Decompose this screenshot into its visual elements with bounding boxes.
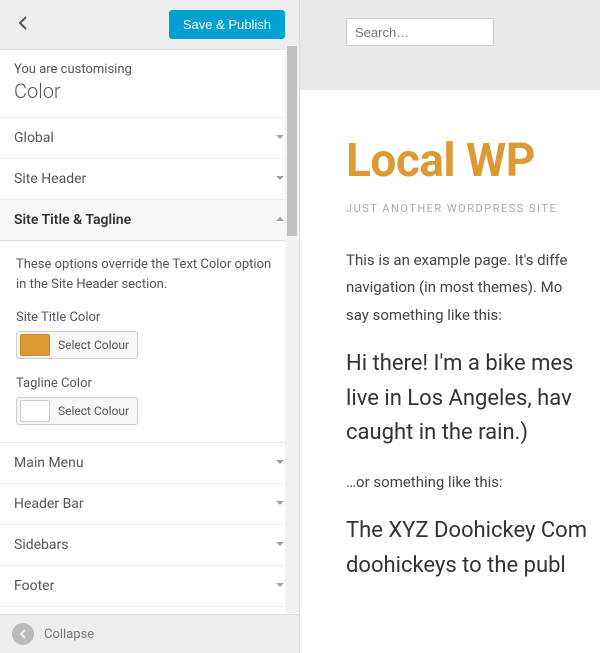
chevron-down-icon	[275, 130, 285, 146]
intro-line1: You are customising	[14, 62, 285, 77]
option-tagline-color: Tagline Color Select Colour	[16, 376, 283, 426]
chevron-down-icon	[275, 578, 285, 594]
section-header-bar[interactable]: Header Bar	[0, 484, 299, 525]
section-label: Header Bar	[14, 496, 84, 512]
preview-text-large: doohickeys to the publ	[346, 551, 600, 582]
sidebar-header: Save & Publish	[0, 0, 299, 50]
preview-text: …or something like this:	[346, 471, 600, 494]
app-root: Save & Publish You are customising Color…	[0, 0, 600, 653]
section-label: Footer	[14, 578, 54, 594]
option-site-title-color: Site Title Color Select Colour	[16, 310, 283, 360]
color-picker-site-title[interactable]: Select Colour	[16, 331, 138, 359]
section-site-title-tagline[interactable]: Site Title & Tagline	[0, 200, 299, 241]
sidebar-scrollbar[interactable]	[285, 46, 299, 613]
chevron-left-icon	[18, 16, 28, 34]
preview-pane: Local WP JUST ANOTHER WORDPRESS SITE Thi…	[300, 0, 600, 653]
back-button[interactable]	[10, 12, 36, 38]
section-footer[interactable]: Footer	[0, 566, 299, 607]
sidebar-scroll[interactable]: You are customising Color Global Site He…	[0, 50, 299, 614]
section-description: These options override the Text Color op…	[16, 255, 283, 294]
preview-text-large: live in Los Angeles, hav	[346, 384, 600, 415]
preview-header	[300, 0, 600, 90]
color-swatch-icon	[20, 334, 50, 356]
chevron-down-icon	[275, 496, 285, 512]
preview-body: Local WP JUST ANOTHER WORDPRESS SITE Thi…	[300, 90, 600, 582]
section-label: Global	[14, 130, 54, 146]
preview-text-large: caught in the rain.)	[346, 418, 600, 449]
section-sidebars[interactable]: Sidebars	[0, 525, 299, 566]
collapse-button[interactable]: Collapse	[0, 614, 299, 653]
preview-text: navigation (in most themes). Mo	[346, 276, 600, 299]
search-input[interactable]	[355, 25, 485, 40]
sidebar-intro: You are customising Color	[0, 50, 299, 118]
section-label: Site Header	[14, 171, 86, 187]
preview-text-large: Hi there! I'm a bike mes	[346, 349, 600, 380]
save-publish-button[interactable]: Save & Publish	[169, 10, 285, 39]
option-label: Site Title Color	[16, 310, 283, 325]
site-tagline: JUST ANOTHER WORDPRESS SITE	[346, 202, 600, 215]
option-label: Tagline Color	[16, 376, 283, 391]
site-title[interactable]: Local WP	[346, 134, 600, 188]
section-site-header[interactable]: Site Header	[0, 159, 299, 200]
collapse-icon	[12, 623, 34, 645]
color-picker-tagline[interactable]: Select Colour	[16, 397, 138, 425]
section-label: Site Title & Tagline	[14, 212, 131, 228]
section-global[interactable]: Global	[0, 118, 299, 159]
scrollbar-thumb[interactable]	[287, 46, 297, 236]
color-swatch-icon	[20, 400, 50, 422]
collapse-label: Collapse	[44, 627, 94, 642]
chevron-up-icon	[275, 212, 285, 228]
intro-line2: Color	[14, 79, 285, 103]
section-main-menu[interactable]: Main Menu	[0, 443, 299, 484]
chevron-down-icon	[275, 537, 285, 553]
preview-text: say something like this:	[346, 304, 600, 327]
customizer-sidebar: Save & Publish You are customising Color…	[0, 0, 300, 653]
chevron-down-icon	[275, 455, 285, 471]
section-label: Main Menu	[14, 455, 84, 471]
section-label: Sidebars	[14, 537, 68, 553]
color-picker-label: Select Colour	[50, 338, 137, 352]
chevron-down-icon	[275, 171, 285, 187]
section-body-title-tagline: These options override the Text Color op…	[0, 241, 299, 443]
preview-text-large: The XYZ Doohickey Com	[346, 516, 600, 547]
search-input-wrapper[interactable]	[346, 18, 494, 46]
preview-text: This is an example page. It's diffe	[346, 249, 600, 272]
color-picker-label: Select Colour	[50, 404, 137, 418]
